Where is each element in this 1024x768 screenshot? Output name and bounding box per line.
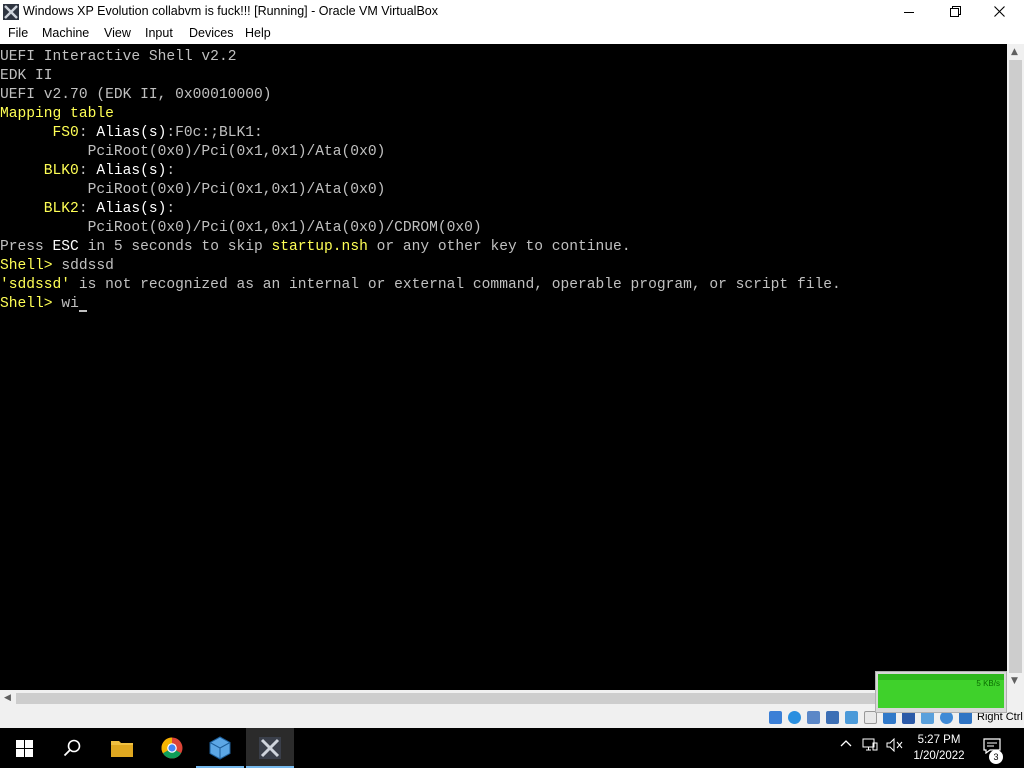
console-text: startup.nsh [271,239,368,255]
console-line-4: Mapping table [0,106,114,122]
close-button[interactable] [976,0,1022,23]
console-line-12: Shell> sddssd [0,257,114,276]
console-text: : [78,201,97,217]
vertical-scroll-thumb[interactable] [1009,60,1022,673]
start-button[interactable] [0,728,48,768]
show-hidden-icons-icon[interactable] [840,738,852,754]
network-tray-icon[interactable] [862,738,878,756]
console-text: ESC [52,239,79,255]
virtualbox-icon [209,736,231,760]
console-line-6: PciRoot(0x0)/Pci(0x1,0x1)/Ata(0x0) [0,144,386,160]
console-text: Alias(s) [96,163,167,179]
console-text: FS0 [0,125,79,141]
network-icon[interactable] [826,711,839,724]
taskbar-clock[interactable]: 5:27 PM 1/20/2022 [911,732,967,764]
console-line-14[interactable]: Shell> wi [0,295,87,314]
text-cursor [78,310,87,312]
console-line-1: UEFI Interactive Shell v2.2 [0,49,237,65]
console-text: Alias(s) [96,125,167,141]
menu-file[interactable]: File [8,26,28,40]
virtualbox-vm-icon [259,737,281,759]
console-line-10: PciRoot(0x0)/Pci(0x1,0x1)/Ata(0x0)/CDROM… [0,220,482,236]
usb-icon[interactable] [845,711,858,724]
chrome-icon [161,737,183,759]
console-line-7: BLK0: Alias(s): [0,162,175,181]
console-line-8: PciRoot(0x0)/Pci(0x1,0x1)/Ata(0x0) [0,182,386,198]
window-title: Windows XP Evolution collabvm is fuck!!!… [23,4,438,18]
virtualbox-x-icon[interactable] [3,4,19,20]
audio-icon[interactable] [807,711,820,724]
horizontal-scroll-thumb[interactable] [16,693,1006,704]
console-text: 'sddssd' [0,277,71,293]
console-text: : [166,201,176,217]
shell-prompt: Shell> [0,296,62,312]
minimize-button[interactable] [886,0,932,23]
menu-devices[interactable]: Devices [189,26,233,40]
maximize-button[interactable] [932,0,978,23]
close-icon [993,6,1005,17]
console-text: Alias(s) [96,201,167,217]
taskbar-file-explorer[interactable] [98,728,146,768]
console-text: sddssd [61,258,114,274]
clock-date: 1/20/2022 [913,750,965,762]
console-text: : [78,125,97,141]
console-text: BLK2 [0,201,79,217]
console-line-3: UEFI v2.70 (EDK II, 0x00010000) [0,87,272,103]
menu-machine[interactable]: Machine [42,26,89,40]
net-speed-label: 5 KB/s [976,679,1000,688]
console-line-11: Press ESC in 5 seconds to skip startup.n… [0,238,631,257]
file-explorer-icon [111,741,133,757]
console-text: or any other key to continue. [367,239,631,255]
menu-view[interactable]: View [104,26,131,40]
taskbar-chrome[interactable] [148,728,196,768]
hard-disk-icon[interactable] [769,711,782,724]
taskbar-vm-window[interactable] [246,728,294,768]
optical-disk-icon[interactable] [788,711,801,724]
scroll-down-icon[interactable]: ▼ [1011,676,1018,686]
console-text: :F0c:;BLK1: [166,125,263,141]
maximize-icon [949,6,961,17]
scroll-up-icon[interactable]: ▲ [1011,47,1018,57]
minimize-icon [904,11,914,13]
clock-time: 5:27 PM [917,734,961,746]
console-text: in 5 seconds to skip [78,239,272,255]
menu-input[interactable]: Input [145,26,173,40]
console-line-5: FS0: Alias(s):F0c:;BLK1: [0,124,263,143]
console-text: Press [0,239,53,255]
console-line-9: BLK2: Alias(s): [0,200,175,219]
console-text: : [166,163,176,179]
taskbar-virtualbox[interactable] [196,728,244,768]
console-text: BLK0 [0,163,79,179]
menu-help[interactable]: Help [245,26,271,40]
volume-muted-icon[interactable] [886,737,904,756]
console-input[interactable]: wi [61,296,79,312]
network-activity-widget: 5 KB/s [875,671,1007,713]
search-icon [63,739,81,757]
notification-count-badge: 3 [989,750,1003,764]
console-line-2: EDK II [0,68,53,84]
scroll-left-icon[interactable]: ◀ [4,693,11,703]
console-line-13: 'sddssd' is not recognized as an interna… [0,276,841,295]
vm-display[interactable]: UEFI Interactive Shell v2.2 EDK II UEFI … [0,44,1007,690]
title-bar[interactable]: Windows XP Evolution collabvm is fuck!!!… [0,0,1024,23]
console-text: : [78,163,97,179]
windows-start-icon [15,739,33,757]
console-text: is not recognized as an internal or exte… [70,277,841,293]
search-button[interactable] [48,728,96,768]
menu-bar: File Machine View Input Devices Help [0,23,1024,44]
shell-prompt: Shell> [0,258,62,274]
